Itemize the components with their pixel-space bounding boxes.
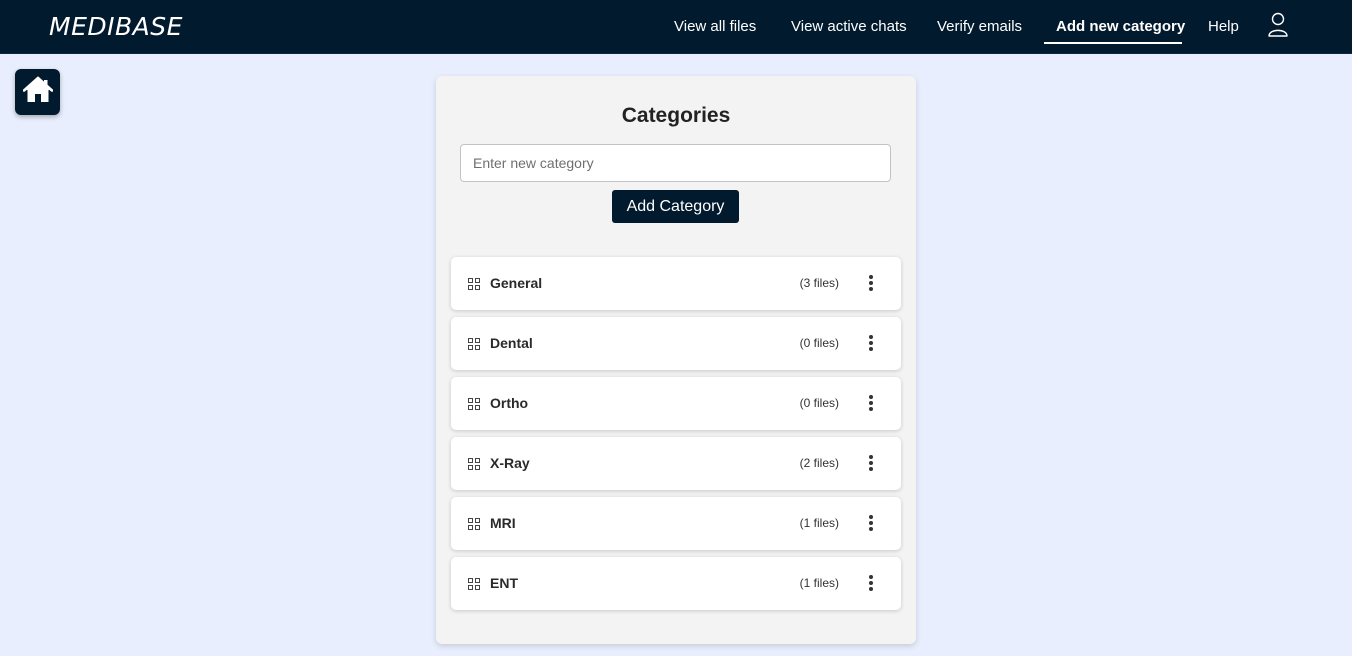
nav-add-new-category[interactable]: Add new category: [1056, 18, 1185, 35]
page-title: Categories: [621, 104, 731, 127]
active-nav-underline: [1044, 42, 1182, 44]
category-file-count: (1 files): [799, 576, 839, 590]
nav-verify-emails[interactable]: Verify emails: [937, 18, 1022, 35]
more-vertical-icon[interactable]: [865, 274, 877, 292]
category-file-count: (0 files): [799, 336, 839, 350]
category-file-count: (1 files): [799, 516, 839, 530]
category-name: Ortho: [490, 395, 529, 411]
home-icon: [22, 76, 53, 109]
category-name: General: [490, 275, 543, 291]
category-file-count: (2 files): [799, 456, 839, 470]
category-grid-icon: [468, 577, 480, 590]
category-item[interactable]: X-Ray (2 files): [451, 437, 901, 490]
category-file-count: (3 files): [799, 276, 839, 290]
nav-help[interactable]: Help: [1208, 18, 1239, 35]
category-name: ENT: [490, 575, 518, 591]
category-grid-icon: [468, 517, 480, 530]
category-grid-icon: [468, 337, 480, 350]
more-vertical-icon[interactable]: [865, 454, 877, 472]
category-grid-icon: [468, 457, 480, 470]
nav-view-active-chats[interactable]: View active chats: [791, 18, 907, 35]
category-grid-icon: [468, 277, 480, 290]
more-vertical-icon[interactable]: [865, 514, 877, 532]
category-item[interactable]: Ortho (0 files): [451, 377, 901, 430]
category-name: X-Ray: [490, 455, 530, 471]
category-item[interactable]: General (3 files): [451, 257, 901, 310]
category-item[interactable]: Dental (0 files): [451, 317, 901, 370]
more-vertical-icon[interactable]: [865, 394, 877, 412]
nav-view-all-files[interactable]: View all files: [674, 18, 756, 35]
new-category-input[interactable]: [460, 144, 891, 182]
category-file-count: (0 files): [799, 396, 839, 410]
more-vertical-icon[interactable]: [865, 334, 877, 352]
category-list: General (3 files) Dental (0 files) Ortho…: [451, 257, 901, 617]
category-item[interactable]: ENT (1 files): [451, 557, 901, 610]
brand-logo[interactable]: MEDIBASE: [49, 12, 183, 41]
home-button[interactable]: [15, 69, 60, 115]
category-name: MRI: [490, 515, 516, 531]
more-vertical-icon[interactable]: [865, 574, 877, 592]
category-grid-icon: [468, 397, 480, 410]
user-icon[interactable]: [1266, 12, 1290, 38]
category-item[interactable]: MRI (1 files): [451, 497, 901, 550]
top-navbar: MEDIBASE View all files View active chat…: [0, 0, 1352, 54]
add-category-button[interactable]: Add Category: [612, 190, 739, 223]
category-name: Dental: [490, 335, 533, 351]
categories-panel: Categories Add Category General (3 files…: [436, 76, 916, 644]
